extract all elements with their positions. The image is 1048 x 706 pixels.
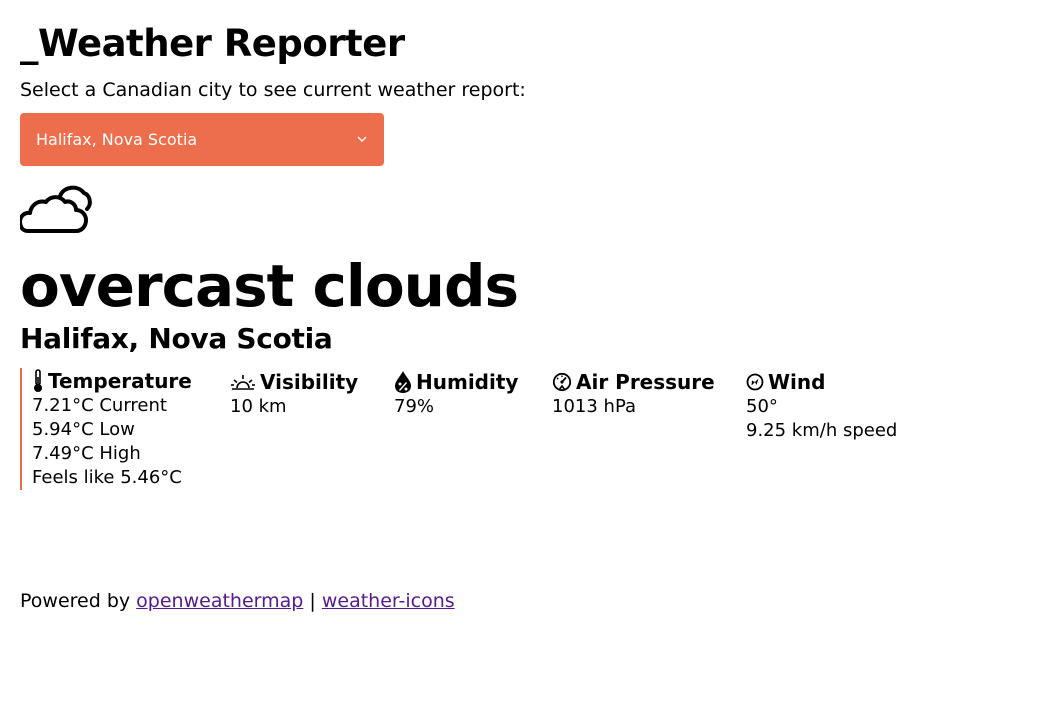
city-select-dropdown[interactable]: Halifax, Nova Scotia [20, 113, 384, 166]
openweathermap-link[interactable]: openweathermap [136, 590, 303, 612]
city-select-prompt: Select a Canadian city to see current we… [20, 79, 526, 101]
app-title: _Weather Reporter [20, 22, 405, 65]
barometer-icon [552, 372, 572, 391]
air-pressure-value: 1013 hPa [552, 396, 637, 417]
weather-reporter-page: _Weather Reporter Select a Canadian city… [0, 0, 1048, 706]
wind-direction: 50° [746, 396, 778, 417]
footer: Powered by openweathermap | weather-icon… [20, 590, 455, 612]
temperature-high: 7.49°C High [32, 443, 141, 464]
air-pressure-label: Air Pressure [576, 369, 715, 394]
humidity-label: Humidity [416, 369, 519, 394]
visibility-stat: Visibility 10 km [220, 368, 384, 490]
temperature-current: 7.21°C Current [32, 395, 167, 416]
wind-stat: Wind 50° 9.25 km/h speed [736, 368, 916, 490]
temperature-feels-like: Feels like 5.46°C [32, 467, 182, 488]
temperature-low: 5.94°C Low [32, 419, 135, 440]
thermometer-icon [34, 369, 42, 392]
chevron-down-icon [356, 134, 368, 146]
footer-separator: | [309, 590, 316, 612]
temperature-label: Temperature [48, 369, 192, 393]
weather-icons-link[interactable]: weather-icons [322, 590, 455, 612]
temperature-stat: Temperature 7.21°C Current 5.94°C Low 7.… [22, 368, 220, 490]
humidity-heading: Humidity [394, 368, 542, 395]
visibility-heading: Visibility [230, 368, 384, 395]
cloudy-icon [18, 182, 92, 234]
city-select-value: Halifax, Nova Scotia [36, 130, 198, 149]
city-name: Halifax, Nova Scotia [20, 322, 333, 355]
wind-heading: Wind [746, 368, 916, 395]
visibility-value: 10 km [230, 396, 287, 417]
air-pressure-stat: Air Pressure 1013 hPa [542, 368, 736, 490]
humidity-value: 79% [394, 396, 435, 417]
air-pressure-heading: Air Pressure [552, 368, 736, 395]
visibility-label: Visibility [260, 369, 359, 394]
weather-condition: overcast clouds [20, 252, 519, 320]
wind-speed: 9.25 km/h speed [746, 420, 898, 441]
humidity-icon [395, 370, 411, 393]
wind-label: Wind [768, 369, 826, 394]
wind-direction-icon [746, 373, 764, 390]
sunrise-icon [231, 374, 255, 390]
humidity-stat: Humidity 79% [384, 368, 542, 490]
footer-powered-by: Powered by [20, 590, 131, 612]
temperature-heading: Temperature [32, 368, 220, 394]
weather-stats: Temperature 7.21°C Current 5.94°C Low 7.… [20, 368, 916, 490]
